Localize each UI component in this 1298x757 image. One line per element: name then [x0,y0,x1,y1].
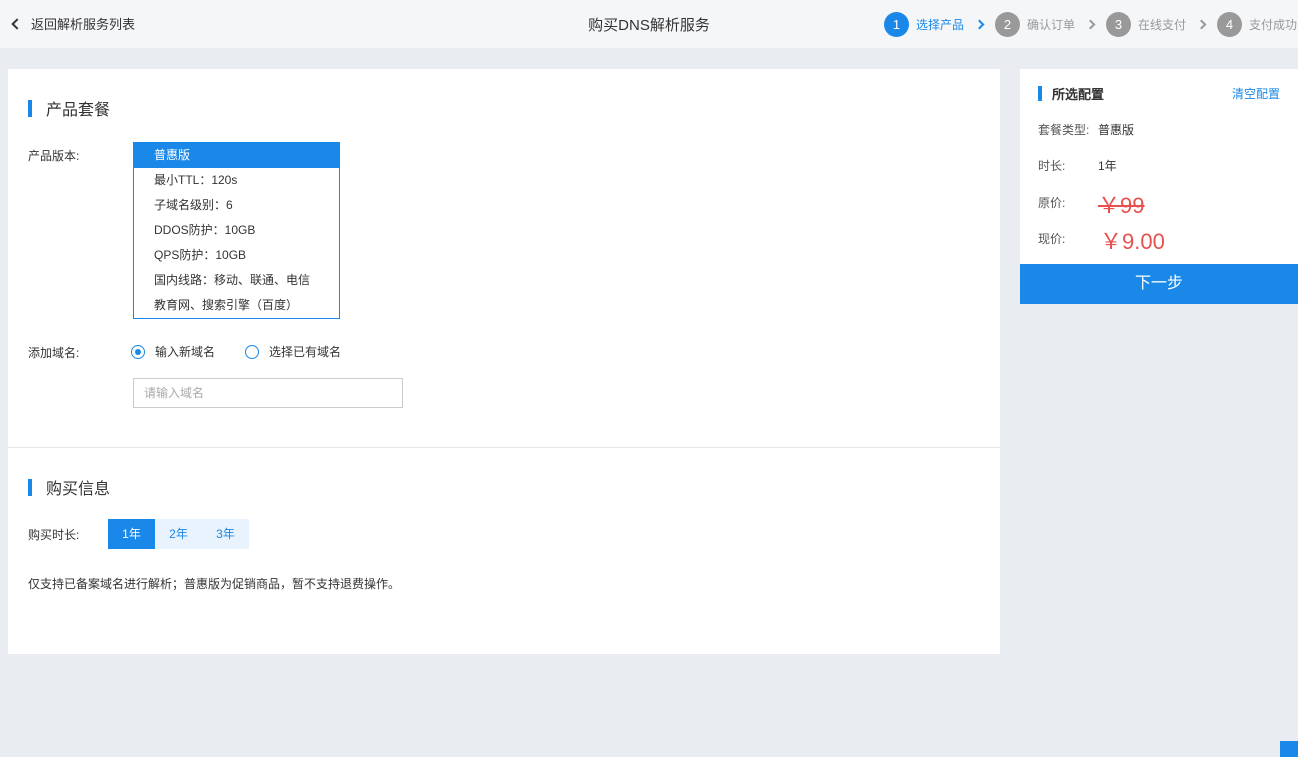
version-label: 产品版本: [28,149,80,163]
orig-price-label: 原价: [1038,196,1066,210]
plan-feature: 国内线路：移动、联通、电信 [154,273,311,287]
purchase-notice: 仅支持已备案域名进行解析；普惠版为促销商品，暂不支持退费操作。 [28,577,401,591]
step-number: 1 [884,12,909,37]
step-2: 2 确认订单 [995,12,1075,37]
step-label: 确认订单 [1027,18,1076,32]
plan-feature: 最小TTL：120s [154,173,238,187]
duration-selector: 1年 2年 3年 [108,519,249,549]
radio-new-domain[interactable] [131,344,145,359]
next-step-button[interactable]: 下一步 [1020,264,1298,304]
step-indicator: 1 选择产品 2 确认订单 3 在线支付 4 支付成功 [884,12,1297,37]
plan-type-label: 套餐类型: [1038,123,1090,137]
section-bar [1038,86,1042,101]
duration-option-2y[interactable]: 2年 [155,519,202,549]
summary-duration-value: 1年 [1098,159,1117,173]
product-section-title: 产品套餐 [28,96,110,120]
section-title-text: 产品套餐 [46,102,111,119]
duration-label: 购买时长: [28,528,80,542]
duration-option-1y[interactable]: 1年 [108,519,155,549]
plan-feature: QPS防护：10GB [154,248,247,262]
clear-config-link[interactable]: 清空配置 [1232,85,1280,102]
step-4: 4 支付成功 [1217,12,1297,37]
orig-price: ￥99 [1098,193,1145,218]
now-price-label: 现价: [1038,232,1066,246]
floating-corner-button[interactable] [1280,741,1298,757]
step-number: 4 [1217,12,1243,37]
plan-type-value: 普惠版 [1098,123,1135,137]
step-label: 支付成功 [1249,18,1298,32]
summary-duration-label: 时长: [1038,159,1066,173]
step-1: 1 选择产品 [884,12,964,37]
main-panel: 产品套餐 产品版本: 普惠版 最小TTL：120s 子域名级别：6 DDOS防护… [8,69,1000,654]
plan-card-puhui[interactable]: 普惠版 最小TTL：120s 子域名级别：6 DDOS防护：10GB QPS防护… [133,142,340,319]
chevron-right-icon [1196,19,1207,30]
plan-name: 普惠版 [134,143,339,168]
domain-input[interactable] [133,378,403,408]
step-number: 3 [1106,12,1132,37]
now-price: ￥9.00 [1100,229,1165,254]
add-domain-label: 添加域名: [28,346,80,360]
top-bar: 返回解析服务列表 购买DNS解析服务 1 选择产品 2 确认订单 3 在线支付 … [0,0,1298,48]
chevron-right-icon [1085,19,1096,30]
section-divider [8,447,1000,448]
plan-feature: DDOS防护：10GB [154,223,256,237]
radio-new-label[interactable]: 输入新域名 [155,343,215,360]
summary-panel: 所选配置 清空配置 套餐类型: 普惠版 时长: 1年 原价: ￥99 现价: ￥… [1020,69,1298,304]
step-number: 2 [995,12,1021,37]
radio-existing-domain[interactable] [245,344,260,359]
radio-checked-dot [135,348,141,355]
plan-feature: 子域名级别：6 [154,198,233,212]
section-title-text: 购买信息 [46,481,111,498]
summary-title: 所选配置 [1038,84,1104,103]
duration-option-3y[interactable]: 3年 [202,519,249,549]
plan-feature: 教育网、搜索引擎（百度） [154,298,299,312]
summary-title-text: 所选配置 [1052,87,1105,102]
purchase-section-title: 购买信息 [28,475,110,499]
step-label: 在线支付 [1138,18,1187,32]
radio-existing-label[interactable]: 选择已有域名 [269,343,341,360]
section-bar [28,99,32,117]
step-label: 选择产品 [916,18,965,32]
section-bar [28,478,32,496]
domain-mode-radios: 输入新域名 选择已有域名 [131,343,371,360]
step-3: 3 在线支付 [1106,12,1186,37]
chevron-right-icon [974,19,985,30]
